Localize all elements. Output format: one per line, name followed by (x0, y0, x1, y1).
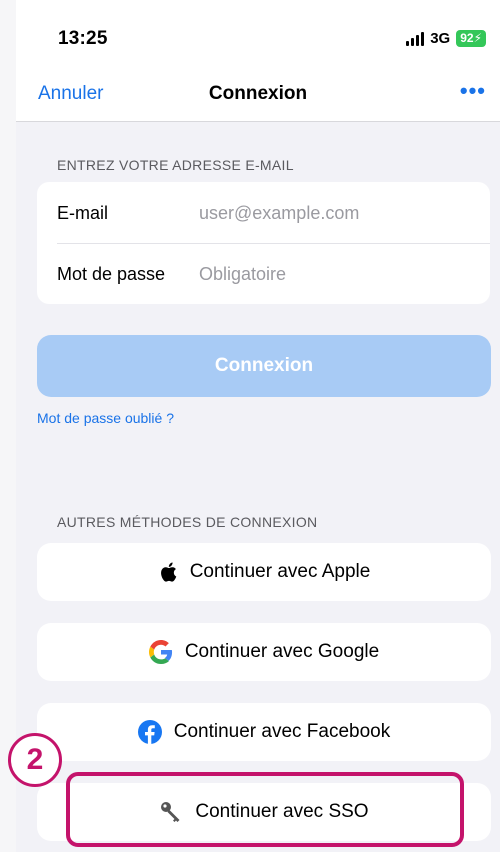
google-signin-label: Continuer avec Google (184, 641, 380, 662)
facebook-signin-label: Continuer avec Facebook (173, 721, 391, 742)
email-row: E-mail (37, 182, 490, 244)
email-label: E-mail (57, 202, 109, 223)
battery-icon: 92⚡ (456, 30, 486, 47)
google-icon (148, 640, 172, 664)
sso-signin-label: Continuer avec SSO (195, 801, 369, 822)
key-icon (161, 802, 180, 822)
sso-signin-button[interactable]: Continuer avec SSO (37, 783, 491, 841)
status-bar: 13:25 3G 92⚡ (16, 0, 500, 74)
other-methods-header: AUTRES MÉTHODES DE CONNEXION (57, 514, 318, 530)
navigation-bar: Connexion Annuler ••• (16, 74, 500, 122)
password-field[interactable] (199, 263, 469, 285)
signal-icon (406, 31, 425, 46)
email-section-header: ENTREZ VOTRE ADRESSE E-MAIL (57, 157, 294, 173)
apple-signin-label: Continuer avec Apple (189, 561, 371, 582)
google-signin-button[interactable]: Continuer avec Google (37, 623, 491, 681)
status-time: 13:25 (58, 28, 108, 49)
battery-level: 92 (460, 31, 474, 45)
email-field[interactable] (199, 202, 469, 224)
credentials-card: E-mail Mot de passe (37, 182, 490, 304)
screen-edge (0, 0, 16, 852)
apple-icon (160, 562, 176, 582)
apple-signin-button[interactable]: Continuer avec Apple (37, 543, 491, 601)
facebook-signin-button[interactable]: Continuer avec Facebook (37, 703, 491, 761)
network-type: 3G (430, 30, 451, 47)
cancel-button[interactable]: Annuler (38, 83, 104, 105)
password-row: Mot de passe (37, 243, 490, 305)
login-button[interactable]: Connexion (37, 335, 491, 397)
step-number-badge: 2 (8, 733, 62, 787)
forgot-password-link[interactable]: Mot de passe oublié ? (37, 410, 174, 426)
status-indicators: 3G 92⚡ (406, 30, 486, 47)
password-label: Mot de passe (57, 263, 166, 284)
more-icon[interactable]: ••• (460, 78, 486, 104)
facebook-icon (137, 720, 162, 744)
